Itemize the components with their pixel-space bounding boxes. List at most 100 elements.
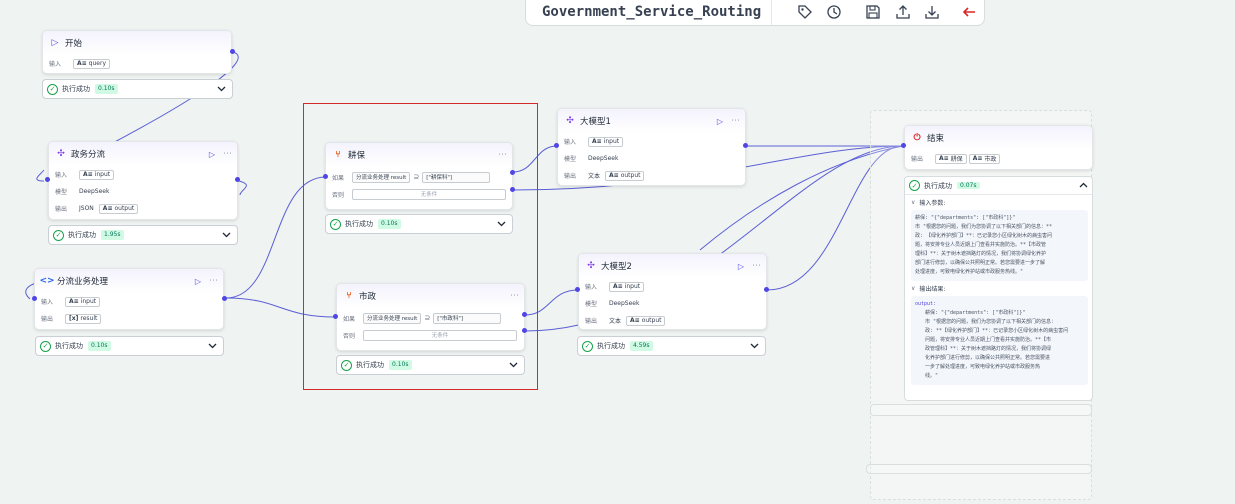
ghost-row <box>870 404 1092 416</box>
power-icon: ⏻ <box>913 133 921 143</box>
port[interactable] <box>45 177 50 182</box>
branch-icon: ⑂ <box>346 291 352 301</box>
check-icon: ✓ <box>909 180 920 191</box>
upload-button[interactable] <box>888 0 917 26</box>
chevron-up-icon[interactable] <box>1079 182 1088 190</box>
node-header: ✣ 大模型1 ▷ ⋯ <box>558 109 745 133</box>
run-status[interactable]: ✓ 执行成功 4.59s <box>577 336 766 356</box>
panel-header: ✓ 执行成功 0.07s <box>905 177 1092 195</box>
ghost-row <box>866 464 1092 474</box>
output-result-line: 线。" <box>925 373 939 379</box>
port[interactable] <box>510 170 515 175</box>
node-header: ▷ 开始 <box>43 31 231 55</box>
chevron-down-icon[interactable] <box>207 341 217 351</box>
run-status[interactable]: ✓ 执行成功 0.10s <box>336 355 525 375</box>
run-icon[interactable]: ▷ <box>195 277 201 286</box>
run-status[interactable]: ✓ 执行成功 0.10s <box>35 336 224 356</box>
save-button[interactable] <box>859 0 888 26</box>
output-result-line: 政管理科】**：关于树木遮挡路灯的情况，我们将协调绿 <box>925 346 1052 352</box>
condition-else: 否则 无条件 <box>326 187 512 201</box>
node-header: ✣ 大模型2 ▷ ⋯ <box>579 254 766 278</box>
workflow-title[interactable]: Government_Service_Routing <box>526 0 773 25</box>
port[interactable] <box>510 187 515 192</box>
check-icon: ✓ <box>582 340 593 352</box>
port[interactable] <box>32 296 37 301</box>
output-result-line: 问题，将安排专业人员近期上门查看并实施防治。**【市 <box>925 337 1052 343</box>
tag-icon <box>798 5 812 19</box>
edge-govsplit-loop <box>238 180 247 196</box>
output-result-line: 耕保: "{"departments": ["市政科"]}" <box>925 310 1026 316</box>
more-icon[interactable]: ⋯ <box>223 149 232 159</box>
download-icon <box>925 6 939 19</box>
check-icon: ✓ <box>341 359 352 371</box>
workflow-canvas[interactable]: Government_Service_Routing ▷ 开始 输入 A≡ que… <box>0 0 1235 504</box>
node-header: ⑂ 耕保 ⋯ <box>326 143 512 167</box>
run-status[interactable]: ✓ 执行成功 1.95s <box>48 225 238 245</box>
port[interactable] <box>333 314 338 319</box>
condition-else: 否则 无条件 <box>337 328 524 342</box>
output-result-line: 政: **【绿化养护部门】**：已记录您小区绿化树木的病虫害问 <box>925 328 1069 334</box>
port[interactable] <box>230 49 235 54</box>
port[interactable] <box>554 143 559 148</box>
input-param-line: 政: 【绿化养护部门】**：已记录您小区绿化树木的病虫害问 <box>915 233 1053 239</box>
input-param-line: 耕保: "{"departments": ["市政科"]}" <box>915 215 1016 221</box>
port[interactable] <box>222 296 227 301</box>
node-split-processing[interactable]: <> 分流业务处理 ▷ ⋯ 输入 A≡ input 输出 [x] result <box>34 268 224 330</box>
save-icon <box>866 5 881 19</box>
node-llm-2[interactable]: ✣ 大模型2 ▷ ⋯ 输入 A≡ input 模型 DeepSeek 输出 文本 A≡ ou… <box>578 253 767 330</box>
tag-button[interactable] <box>790 0 819 26</box>
more-icon[interactable]: ⋯ <box>752 261 761 271</box>
node-gengbao-branch[interactable]: ⑂ 耕保 ⋯ 如果 分流业务处理 result ⊇ ["耕保科"] 否则 无条件 <box>325 142 513 210</box>
node-header: ⏻ 结束 <box>905 126 1092 150</box>
input-param-line: 市 "根据您的问题，我们为您协调了以下相关部门的信息：** <box>915 224 1053 230</box>
node-end[interactable]: ⏻ 结束 输出 A≡ 耕保 A≡ 市政 <box>904 125 1093 170</box>
input-param-line: 部门进行修剪，以确保公共照明正常。若您需要进一步了解 <box>915 260 1046 266</box>
node-start[interactable]: ▷ 开始 输入 A≡ query <box>42 30 232 74</box>
check-icon: ✓ <box>47 83 58 95</box>
run-icon[interactable]: ▷ <box>209 150 215 159</box>
more-icon[interactable]: ⋯ <box>510 291 519 301</box>
run-icon[interactable]: ▷ <box>717 117 723 126</box>
port[interactable] <box>764 287 769 292</box>
node-header: <> 分流业务处理 ▷ ⋯ <box>35 269 223 293</box>
node-gov-split[interactable]: ✣ 政务分流 ▷ ⋯ 输入 A≡ input 模型 DeepSeek 输出 JSON A≡… <box>48 141 238 220</box>
port[interactable] <box>901 143 906 148</box>
node-header: ✣ 政务分流 ▷ ⋯ <box>49 142 237 166</box>
run-status[interactable]: ✓ 执行成功 0.10s <box>42 79 233 99</box>
back-arrow-icon <box>963 7 976 17</box>
port[interactable] <box>575 287 580 292</box>
top-toolbar: Government_Service_Routing <box>525 0 985 26</box>
port[interactable] <box>323 174 328 179</box>
end-result-panel: ✓ 执行成功 0.07s ∨ 输入参数: 耕保: "{"departments":… <box>904 176 1093 401</box>
run-time: 0.10s <box>95 84 118 94</box>
port[interactable] <box>522 328 527 333</box>
history-button[interactable] <box>819 0 848 26</box>
check-icon: ✓ <box>40 340 51 352</box>
node-header: ⑂ 市政 ⋯ <box>337 284 524 308</box>
output-result-line: 市 "根据您的问题，我们为您协调了以下相关部门的信息： <box>925 319 1057 325</box>
run-icon[interactable]: ▷ <box>738 262 744 271</box>
port[interactable] <box>522 312 527 317</box>
chevron-down-icon[interactable] <box>508 360 518 370</box>
node-shizheng-branch[interactable]: ⑂ 市政 ⋯ 如果 分流业务处理 result ⊇ ["市政科"] 否则 无条件 <box>336 283 525 351</box>
code-icon: <> <box>39 276 55 286</box>
input-params-box: 耕保: "{"departments": ["市政科"]}" 市 "根据您的问题，… <box>911 210 1088 281</box>
input-param-line: 理科】**：关于树木遮挡路灯的情况，我们将协调绿化养护 <box>915 251 1047 257</box>
download-button[interactable] <box>917 0 946 26</box>
output-result-line: 化养护部门进行修剪，以确保公共照明正常。若您需要进 <box>925 355 1051 361</box>
chevron-down-icon[interactable] <box>496 219 506 229</box>
more-icon[interactable]: ⋯ <box>209 276 218 286</box>
input-section-toggle[interactable]: ∨ 输入参数: <box>905 195 1092 210</box>
port[interactable] <box>743 143 748 148</box>
chevron-down-icon[interactable] <box>749 341 759 351</box>
output-section-toggle[interactable]: ∨ 输出结果: <box>905 281 1092 296</box>
run-status[interactable]: ✓ 执行成功 0.10s <box>325 214 513 234</box>
port[interactable] <box>235 177 240 182</box>
chevron-down-icon[interactable] <box>221 230 231 240</box>
back-button[interactable] <box>955 0 984 26</box>
chevron-down-icon[interactable] <box>216 84 226 94</box>
node-llm-1[interactable]: ✣ 大模型1 ▷ ⋯ 输入 A≡ input 模型 DeepSeek 输出 文本 A≡ ou… <box>557 108 746 186</box>
more-icon[interactable]: ⋯ <box>731 116 740 126</box>
play-icon: ▷ <box>51 38 59 48</box>
more-icon[interactable]: ⋯ <box>498 150 507 160</box>
